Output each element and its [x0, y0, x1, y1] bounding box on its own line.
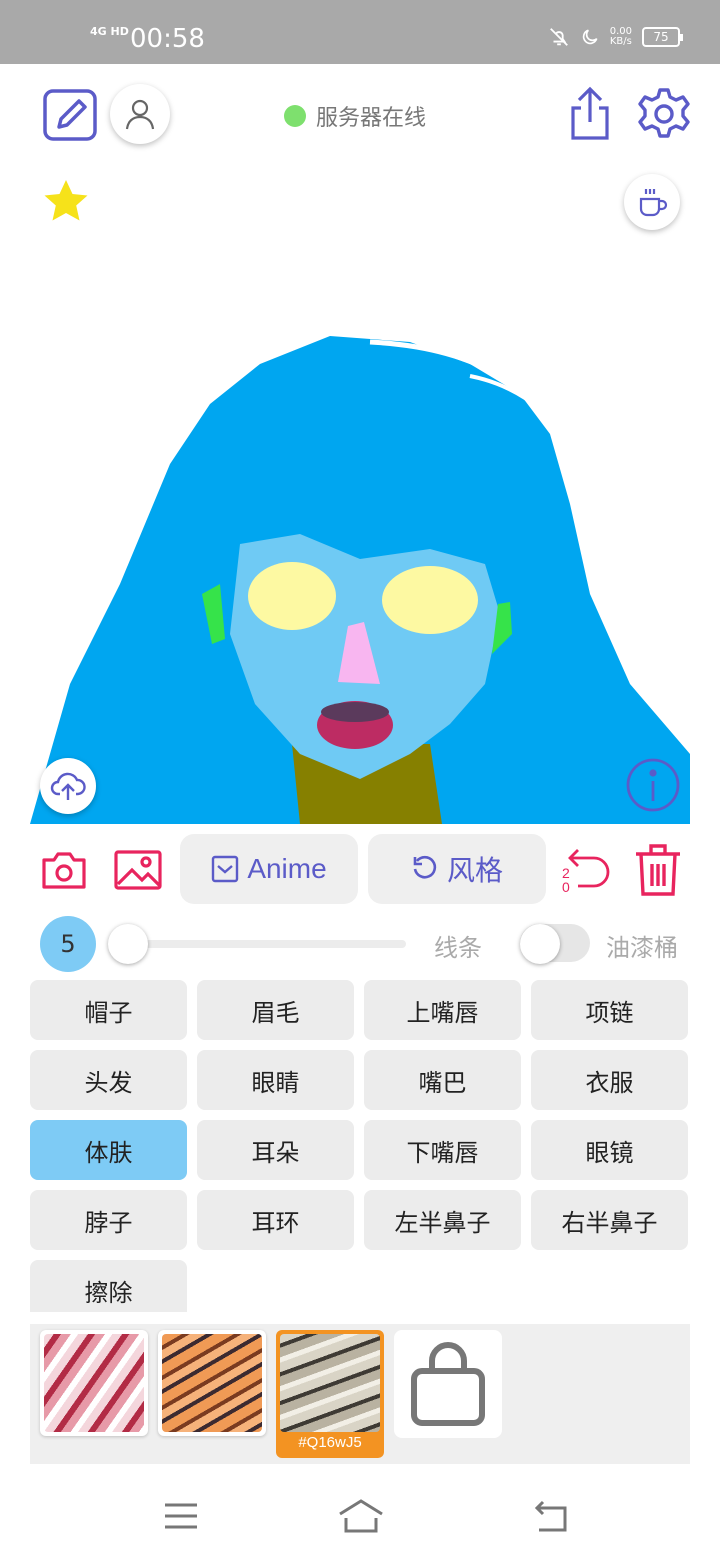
- reset-style-label: 风格: [446, 855, 503, 886]
- status-time: 00:58: [130, 24, 205, 54]
- trash-icon: [636, 844, 680, 896]
- network-speed: 0.00 KB/s: [610, 27, 632, 47]
- network-indicator: 4G HD: [90, 25, 129, 38]
- action-toolbar: Anime 风格 2 0: [30, 834, 690, 906]
- star-icon: [44, 180, 88, 221]
- style-texture-image: [162, 1334, 262, 1432]
- edit-icon: [43, 89, 97, 141]
- user-icon: [125, 99, 155, 130]
- home-icon: [339, 1499, 383, 1533]
- server-status-label: 服务器在线: [316, 106, 427, 131]
- image-icon: [114, 850, 162, 890]
- reset-style-button[interactable]: 风格: [368, 834, 546, 904]
- sketch-drawing: [30, 336, 690, 824]
- favorite-button[interactable]: [40, 176, 92, 228]
- drawing-canvas[interactable]: [30, 164, 690, 824]
- status-bar: 4G HD 00:58 0.00 KB/s 75: [0, 0, 720, 64]
- style-thumbnail-selected[interactable]: #Q16wJ5: [276, 1330, 384, 1458]
- part-hat[interactable]: 帽子: [30, 980, 187, 1040]
- user-button[interactable]: [110, 84, 170, 144]
- refresh-icon: [413, 855, 437, 879]
- line-mode-label: 线条: [434, 934, 482, 962]
- undo-icon: 2 0: [562, 849, 610, 895]
- style-store-button[interactable]: [394, 1330, 502, 1438]
- brush-size-badge: 5: [40, 916, 96, 972]
- part-eyebrows[interactable]: 眉毛: [197, 980, 354, 1040]
- moon-icon: [582, 29, 598, 45]
- settings-icon: [638, 88, 690, 138]
- brush-size-slider-track[interactable]: [120, 940, 406, 948]
- part-neck[interactable]: 脖子: [30, 1190, 187, 1250]
- style-selector-button[interactable]: Anime: [180, 834, 358, 904]
- segment-parts-grid: 帽子 眉毛 上嘴唇 项链 头发 眼睛 嘴巴 衣服 体肤 耳朵 下嘴唇 眼镜 脖子…: [30, 980, 690, 1312]
- paint-bucket-toggle[interactable]: [520, 924, 590, 964]
- part-right-nose[interactable]: 右半鼻子: [531, 1190, 688, 1250]
- menu-icon: [165, 1503, 197, 1529]
- mute-icon: [549, 28, 568, 46]
- part-eyes[interactable]: 眼睛: [197, 1050, 354, 1110]
- home-button[interactable]: [336, 1494, 386, 1538]
- info-button[interactable]: [624, 756, 682, 814]
- part-necklace[interactable]: 项链: [531, 980, 688, 1040]
- style-selector-label: Anime: [247, 853, 327, 884]
- part-upper-lip[interactable]: 上嘴唇: [364, 980, 521, 1040]
- upload-button[interactable]: [40, 758, 96, 814]
- coffee-icon: [639, 189, 668, 217]
- part-mouth[interactable]: 嘴巴: [364, 1050, 521, 1110]
- menu-button[interactable]: [158, 1496, 204, 1536]
- paint-bucket-label: 油漆桶: [606, 934, 678, 962]
- cloud-upload-icon: [50, 772, 86, 800]
- brush-size-slider-thumb[interactable]: [108, 924, 148, 964]
- top-bar: 服务器在线: [0, 64, 720, 164]
- undo-button[interactable]: 2 0: [558, 838, 614, 902]
- part-lower-lip[interactable]: 下嘴唇: [364, 1120, 521, 1180]
- share-button[interactable]: [560, 84, 620, 144]
- server-status-dot: [284, 105, 306, 127]
- camera-button[interactable]: [38, 844, 90, 896]
- left-eye: [248, 562, 336, 630]
- part-hair[interactable]: 头发: [30, 1050, 187, 1110]
- system-navigation-bar: [0, 1470, 720, 1560]
- style-thumbnail-strip: #Q16wJ5: [30, 1324, 690, 1464]
- part-left-nose[interactable]: 左半鼻子: [364, 1190, 521, 1250]
- part-ears[interactable]: 耳朵: [197, 1120, 354, 1180]
- style-code-label: #Q16wJ5: [298, 1434, 362, 1451]
- mouth-inner: [321, 702, 389, 722]
- gallery-button[interactable]: [112, 844, 164, 896]
- brush-settings: 5 线条 油漆桶: [30, 916, 690, 972]
- info-icon: [626, 758, 680, 812]
- checkbox-icon: [212, 855, 239, 883]
- back-icon: [534, 1500, 567, 1532]
- camera-icon: [42, 852, 86, 889]
- part-skin[interactable]: 体肤: [30, 1120, 187, 1180]
- server-status: 服务器在线: [284, 100, 426, 132]
- settings-button[interactable]: [634, 84, 694, 144]
- coffee-button[interactable]: [624, 174, 680, 230]
- part-earrings[interactable]: 耳环: [197, 1190, 354, 1250]
- style-thumbnail[interactable]: [40, 1330, 148, 1436]
- part-glasses[interactable]: 眼镜: [531, 1120, 688, 1180]
- back-button[interactable]: [524, 1496, 574, 1536]
- part-erase[interactable]: 擦除: [30, 1260, 187, 1312]
- undo-count-bottom: 0: [562, 879, 570, 895]
- right-eye: [382, 566, 478, 634]
- speed-unit: KB/s: [609, 36, 632, 47]
- part-clothes[interactable]: 衣服: [531, 1050, 688, 1110]
- shopping-bag-icon: [411, 1342, 485, 1426]
- style-texture-image: [44, 1334, 144, 1432]
- battery-level: 75: [653, 30, 669, 44]
- delete-button[interactable]: [630, 840, 686, 900]
- style-texture-image: [280, 1334, 380, 1432]
- paint-bucket-toggle-knob: [520, 924, 560, 964]
- share-icon: [571, 86, 609, 140]
- edit-button[interactable]: [40, 84, 100, 144]
- style-thumbnail[interactable]: [158, 1330, 266, 1436]
- battery-icon: 75: [642, 27, 683, 47]
